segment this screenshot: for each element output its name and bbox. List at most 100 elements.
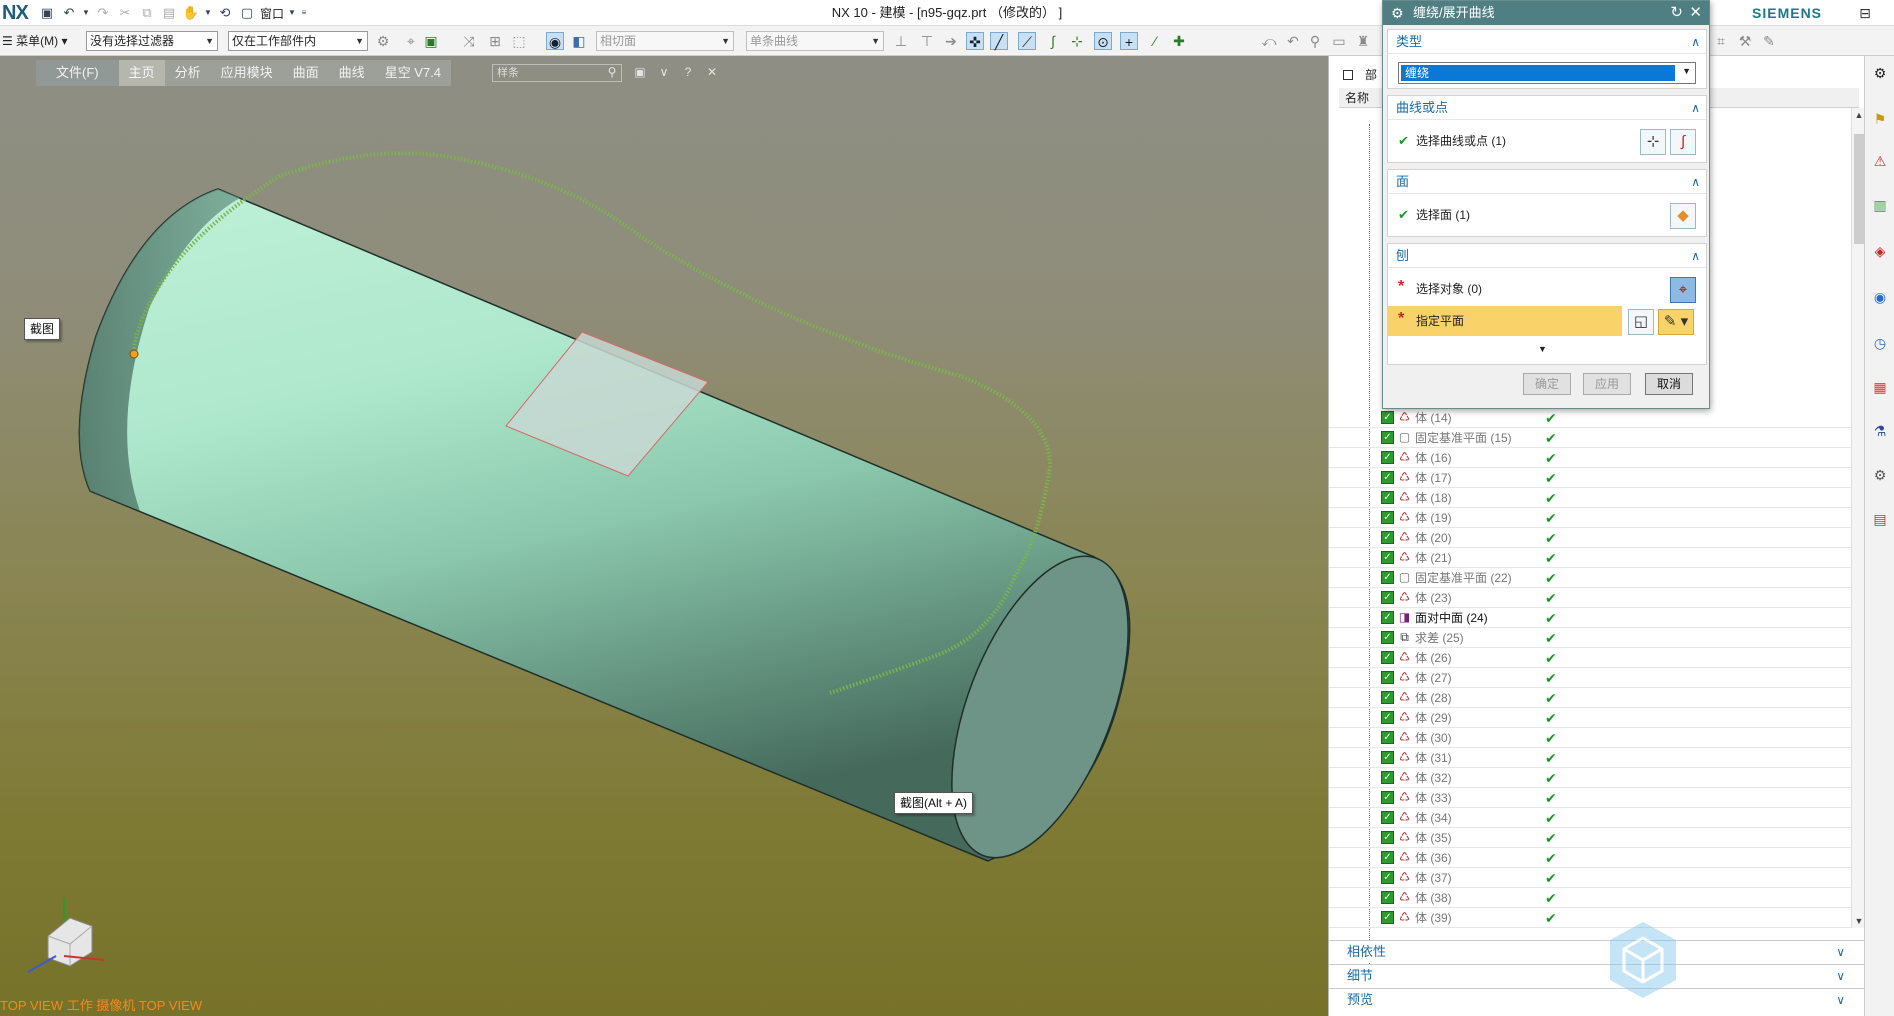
curve-start-point[interactable] xyxy=(129,349,139,359)
point-on-face-icon[interactable]: ✚ xyxy=(1170,32,1188,50)
cancel-button[interactable]: 取消 xyxy=(1645,373,1693,395)
select-features-icon[interactable]: ▣ xyxy=(422,32,440,50)
tree-row[interactable]: ✓ ♺ 体 (30) ✔ xyxy=(1329,728,1865,748)
rectangle-select-icon[interactable]: ⬚ xyxy=(510,32,528,50)
tree-row[interactable]: ✓ ♺ 体 (32) ✔ xyxy=(1329,768,1865,788)
undo-list-icon[interactable]: ↶ xyxy=(1284,32,1302,50)
redo-icon[interactable]: ↷ xyxy=(94,4,112,22)
control-point-icon[interactable]: ∫ xyxy=(1044,32,1062,50)
visibility-checkbox[interactable]: ✓ xyxy=(1381,491,1394,504)
restore-window-button[interactable]: ⊟ xyxy=(1850,0,1880,26)
system-materials-icon[interactable]: ▦ xyxy=(1871,378,1889,396)
visibility-checkbox[interactable]: ✓ xyxy=(1381,731,1394,744)
save-icon[interactable]: ▣ xyxy=(38,4,56,22)
tree-row[interactable]: ✓ ♺ 体 (23) ✔ xyxy=(1329,588,1865,608)
visibility-checkbox[interactable]: ✓ xyxy=(1381,831,1394,844)
select-face-row[interactable]: ✔ 选择面 (1) ◆ xyxy=(1388,200,1706,230)
visibility-checkbox[interactable]: ✓ xyxy=(1381,891,1394,904)
web-browser-icon[interactable]: ◉ xyxy=(1871,288,1889,306)
crosshair-select-button[interactable]: ⌖ xyxy=(1670,277,1696,303)
type-select[interactable]: 缠绕 ▼ xyxy=(1398,62,1696,84)
chevron-down-icon[interactable]: ▼ xyxy=(288,4,296,22)
repeat-command-icon[interactable]: ⟲ xyxy=(216,4,234,22)
point-dialog-button[interactable]: ⊹ xyxy=(1640,129,1666,155)
navigator-scrollbar[interactable]: ▲ ▼ xyxy=(1851,108,1865,928)
apply-button[interactable]: 应用 xyxy=(1583,373,1631,395)
command-search-input[interactable]: 样条 xyxy=(492,64,622,82)
visibility-checkbox[interactable]: ✓ xyxy=(1381,571,1394,584)
tree-row[interactable]: ✓ ♺ 体 (37) ✔ xyxy=(1329,868,1865,888)
visibility-checkbox[interactable]: ✓ xyxy=(1381,871,1394,884)
endpoint-snap-icon[interactable]: ╱ xyxy=(990,32,1008,50)
expand-icon[interactable]: ⤺ xyxy=(1260,32,1278,50)
tree-row[interactable]: ✓ ◨ 面对中面 (24) ✔ xyxy=(1329,608,1865,628)
curve-select-button[interactable]: ∫ xyxy=(1670,129,1696,155)
visibility-checkbox[interactable]: ✓ xyxy=(1381,651,1394,664)
tree-row[interactable]: ✓ ⧉ 求差 (25) ✔ xyxy=(1329,628,1865,648)
window-icon[interactable]: ▢ xyxy=(238,4,256,22)
visibility-checkbox[interactable]: ✓ xyxy=(1381,511,1394,524)
tree-row[interactable]: ✓ ♺ 体 (14) ✔ xyxy=(1329,408,1865,428)
reset-icon[interactable]: ↻ xyxy=(1670,1,1683,25)
tree-row[interactable]: ✓ ▢ 固定基准平面 (22) ✔ xyxy=(1329,568,1865,588)
stop-at-intersection-icon[interactable]: ⊥ xyxy=(892,32,910,50)
group-type-header[interactable]: 类型 ∧ xyxy=(1388,30,1706,54)
tab-curve[interactable]: 曲线 xyxy=(329,60,375,86)
tab-starsky[interactable]: 星空 V7.4 xyxy=(375,60,451,86)
tree-row[interactable]: ✓ ♺ 体 (29) ✔ xyxy=(1329,708,1865,728)
cursor-icon[interactable]: ⌖ xyxy=(402,32,420,50)
visibility-checkbox[interactable]: ✓ xyxy=(1381,531,1394,544)
search-icon[interactable]: ⚲ xyxy=(604,64,620,80)
tab-analysis[interactable]: 分析 xyxy=(165,60,211,86)
customize-icon[interactable]: ≡ xyxy=(300,4,308,22)
gear-icon[interactable]: ⚙ xyxy=(1391,1,1404,25)
tree-row[interactable]: ✓ ♺ 体 (18) ✔ xyxy=(1329,488,1865,508)
copy-icon[interactable]: ⧉ xyxy=(138,4,156,22)
tree-row[interactable]: ✓ ♺ 体 (34) ✔ xyxy=(1329,808,1865,828)
face-select-button[interactable]: ◆ xyxy=(1670,203,1696,229)
paste-icon[interactable]: ▤ xyxy=(160,4,178,22)
tab-surface[interactable]: 曲面 xyxy=(283,60,329,86)
tree-row[interactable]: ✓ ♺ 体 (28) ✔ xyxy=(1329,688,1865,708)
specify-plane-row[interactable]: * 指定平面 xyxy=(1388,306,1622,336)
tree-row[interactable]: ✓ ♺ 体 (27) ✔ xyxy=(1329,668,1865,688)
tree-row[interactable]: ✓ ♺ 体 (31) ✔ xyxy=(1329,748,1865,768)
visibility-checkbox[interactable]: ✓ xyxy=(1381,451,1394,464)
hd3d-icon[interactable]: ◈ xyxy=(1871,242,1889,260)
select-links-icon[interactable]: ⤨ xyxy=(460,32,478,50)
chain-icon[interactable]: ➔ xyxy=(942,32,960,50)
follow-fillet-icon[interactable]: ⊤ xyxy=(918,32,936,50)
tree-row[interactable]: ✓ ♺ 体 (35) ✔ xyxy=(1329,828,1865,848)
undo-icon[interactable]: ↶ xyxy=(60,4,78,22)
visibility-checkbox[interactable]: ✓ xyxy=(1381,611,1394,624)
scroll-thumb[interactable] xyxy=(1854,134,1864,244)
section-details[interactable]: 细节 ∨ xyxy=(1329,964,1865,986)
general-selection-icon[interactable]: ⚙ xyxy=(374,32,392,50)
tab-home[interactable]: 主页 xyxy=(118,60,165,86)
tree-row[interactable]: ✓ ♺ 体 (17) ✔ xyxy=(1329,468,1865,488)
tool-c-icon[interactable]: ✎ xyxy=(1760,32,1778,50)
visibility-checkbox[interactable]: ✓ xyxy=(1381,411,1394,424)
tree-row[interactable]: ✓ ♺ 体 (26) ✔ xyxy=(1329,648,1865,668)
graphics-viewport[interactable]: 文件(F) 主页 分析 应用模块 曲面 曲线 星空 V7.4 样条 ⚲ ▣ ∨ … xyxy=(0,56,1328,1016)
plane-dialog-button[interactable]: ◱ xyxy=(1628,309,1654,335)
visibility-checkbox[interactable]: ✓ xyxy=(1381,811,1394,824)
tree-row[interactable]: ✓ ♺ 体 (33) ✔ xyxy=(1329,788,1865,808)
point-on-curve-icon[interactable]: ⁄ xyxy=(1146,32,1164,50)
ok-button[interactable]: 确定 xyxy=(1523,373,1571,395)
menu-button[interactable]: ☰ 菜单(M) ▾ xyxy=(0,31,67,51)
visibility-checkbox[interactable]: ✓ xyxy=(1381,771,1394,784)
process-studio-icon[interactable]: ⚗ xyxy=(1871,422,1889,440)
tree-row[interactable]: ✓ ♺ 体 (39) ✔ xyxy=(1329,908,1865,928)
select-all-icon[interactable]: ⊞ xyxy=(486,32,504,50)
chevron-down-icon[interactable]: ▼ xyxy=(82,4,90,22)
curve-rule-select[interactable]: 单条曲线 ▼ xyxy=(746,31,884,51)
tree-row[interactable]: ✓ ♺ 体 (36) ✔ xyxy=(1329,848,1865,868)
section-dependencies[interactable]: 相依性 ∨ xyxy=(1329,940,1865,962)
midpoint-snap-icon[interactable]: ⟋ xyxy=(1018,32,1036,50)
intersection-point-icon[interactable]: ⊹ xyxy=(1068,32,1086,50)
visibility-checkbox[interactable]: ✓ xyxy=(1381,851,1394,864)
help-icon[interactable]: ? xyxy=(680,64,696,80)
chevron-down-icon[interactable]: ▼ xyxy=(204,4,212,22)
ribbon-options-icon[interactable]: ▣ xyxy=(632,64,648,80)
